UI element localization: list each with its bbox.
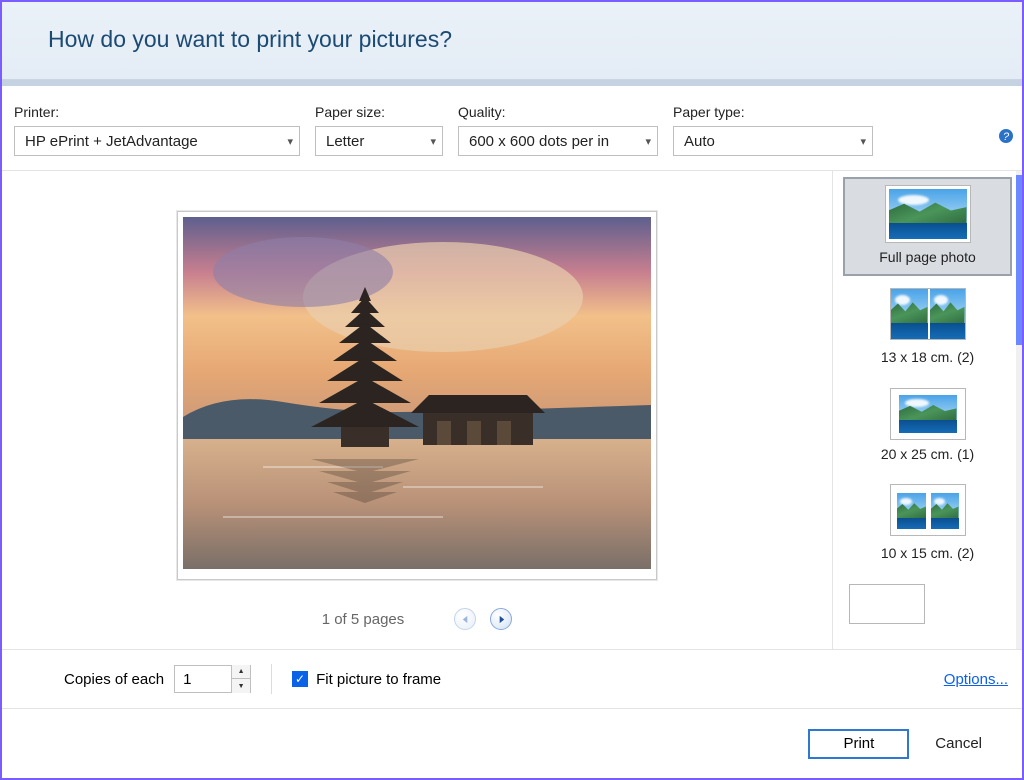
- dialog-title: How do you want to print your pictures?: [48, 26, 1022, 53]
- options-link[interactable]: Options...: [944, 671, 1008, 688]
- next-page-button[interactable]: [490, 608, 512, 630]
- layout-label: 20 x 25 cm. (1): [849, 446, 1006, 463]
- print-button[interactable]: Print: [808, 729, 909, 759]
- papersize-select[interactable]: Letter ▾: [315, 126, 443, 156]
- layout-option-full-page[interactable]: Full page photo: [843, 177, 1012, 276]
- printer-select[interactable]: HP ePrint + JetAdvantage ▾: [14, 126, 300, 156]
- papertype-select[interactable]: Auto ▾: [673, 126, 873, 156]
- copies-label: Copies of each: [64, 671, 164, 688]
- chevron-down-icon: ▾: [430, 135, 436, 148]
- preview-frame: [177, 211, 657, 580]
- help-icon[interactable]: ?: [998, 128, 1014, 144]
- printer-label: Printer:: [14, 104, 300, 120]
- quality-value: 600 x 600 dots per in: [469, 133, 609, 150]
- cancel-button[interactable]: Cancel: [935, 729, 982, 759]
- copies-stepper[interactable]: ▲ ▼: [174, 665, 251, 693]
- scrollbar-thumb[interactable]: [1016, 175, 1022, 345]
- copies-input[interactable]: [175, 666, 231, 692]
- printer-value: HP ePrint + JetAdvantage: [25, 133, 198, 150]
- layout-label: 13 x 18 cm. (2): [849, 349, 1006, 366]
- papersize-value: Letter: [326, 133, 364, 150]
- pager-text: 1 of 5 pages: [322, 611, 405, 628]
- papersize-label: Paper size:: [315, 104, 443, 120]
- papertype-value: Auto: [684, 133, 715, 150]
- chevron-down-icon: ▾: [860, 135, 866, 148]
- papertype-label: Paper type:: [673, 104, 873, 120]
- layout-label: 10 x 15 cm. (2): [849, 545, 1006, 562]
- copies-up-button[interactable]: ▲: [232, 665, 250, 679]
- chevron-down-icon: ▾: [645, 135, 651, 148]
- fit-frame-checkbox[interactable]: ✓: [292, 671, 308, 687]
- layout-option-20x25[interactable]: 20 x 25 cm. (1): [843, 380, 1012, 473]
- layout-option-13x18[interactable]: 13 x 18 cm. (2): [843, 280, 1012, 376]
- svg-text:?: ?: [1003, 131, 1010, 143]
- layout-list: Full page photo 13 x 18 cm. (2) 20 x 25 …: [832, 171, 1022, 649]
- settings-row: Printer: HP ePrint + JetAdvantage ▾ Pape…: [2, 86, 1022, 171]
- preview-image: [183, 217, 651, 569]
- layout-option-more[interactable]: [843, 576, 1012, 624]
- copies-down-button[interactable]: ▼: [232, 679, 250, 693]
- chevron-down-icon: ▾: [287, 135, 293, 148]
- preview-area: 1 of 5 pages: [2, 171, 832, 649]
- fit-frame-label: Fit picture to frame: [316, 671, 441, 688]
- layout-label: Full page photo: [849, 249, 1006, 266]
- quality-label: Quality:: [458, 104, 658, 120]
- quality-select[interactable]: 600 x 600 dots per in ▾: [458, 126, 658, 156]
- separator: [271, 664, 272, 694]
- prev-page-button[interactable]: [454, 608, 476, 630]
- layout-option-10x15[interactable]: 10 x 15 cm. (2): [843, 476, 1012, 572]
